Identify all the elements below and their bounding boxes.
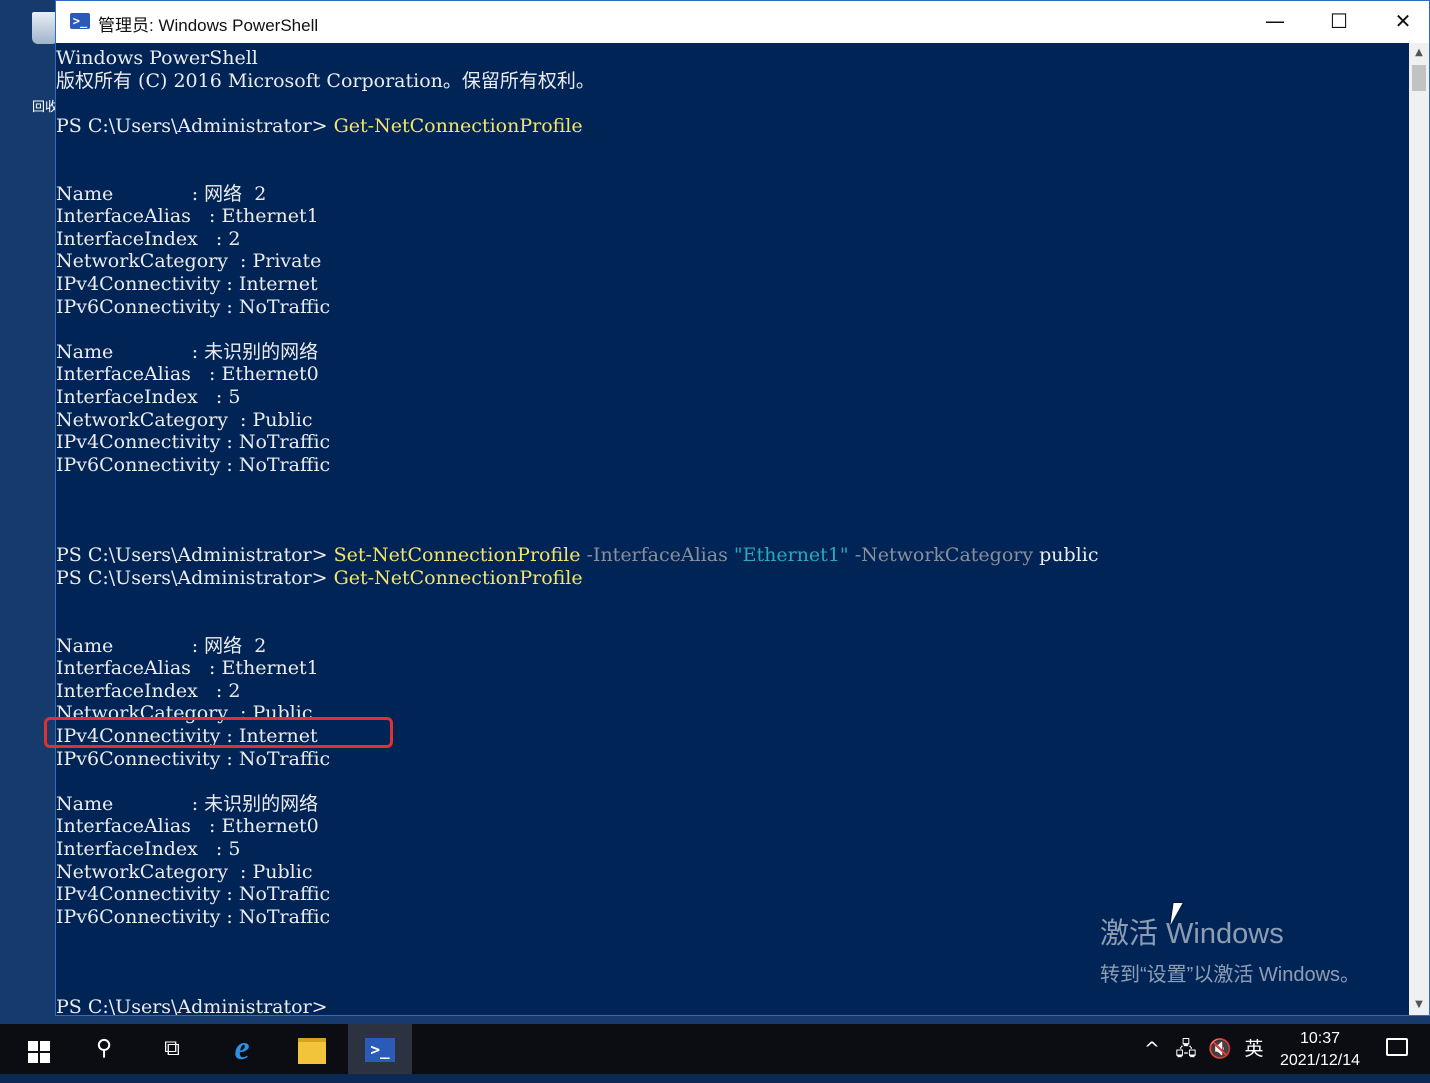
console-segment: PS C:\Users\Administrator>	[56, 996, 328, 1015]
console-segment: IPv6Connectivity : NoTraffic	[56, 453, 331, 476]
console-segment: Get-NetConnectionProfile	[333, 114, 583, 137]
console-segment: PS C:\Users\Administrator>	[56, 544, 334, 567]
console-segment: Name : 未识别的网络	[56, 792, 319, 815]
console-segment: Name : 网络 2	[56, 634, 267, 657]
console-segment: InterfaceIndex : 5	[56, 838, 241, 860]
console-segment: InterfaceAlias : Ethernet1	[56, 657, 319, 680]
console-segment: NetworkCategory : Public	[56, 860, 313, 883]
console-segment: Name : 未识别的网络	[56, 340, 319, 363]
console-line: NetworkCategory : Public	[56, 409, 312, 431]
powershell-window: >_ 管理员: Windows PowerShell — ☐ ✕ Windows…	[55, 0, 1430, 1016]
window-title: 管理员: Windows PowerShell	[98, 16, 319, 35]
console-segment: PS C:\Users\Administrator>	[56, 114, 334, 137]
scroll-thumb[interactable]	[1412, 65, 1426, 91]
console-line: 版权所有 (C) 2016 Microsoft Corporation。保留所有…	[56, 70, 595, 92]
console-line: PS C:\Users\Administrator>	[56, 996, 328, 1015]
powershell-icon: >_	[70, 13, 90, 29]
console-segment: NetworkCategory : Private	[56, 250, 322, 273]
maximize-button[interactable]: ☐	[1307, 1, 1371, 43]
console-segment: InterfaceAlias : Ethernet1	[56, 205, 319, 228]
console-line: PS C:\Users\Administrator> Get-NetConnec…	[56, 115, 583, 137]
console-line: IPv4Connectivity : NoTraffic	[56, 883, 330, 905]
mouse-cursor-icon	[1170, 903, 1192, 925]
network-icon[interactable]: 🖧	[1172, 1024, 1200, 1074]
console-line: Windows PowerShell	[56, 47, 258, 69]
console-line: NetworkCategory : Public	[56, 861, 312, 883]
console-segment: InterfaceAlias : Ethernet0	[56, 363, 319, 386]
console-line: IPv4Connectivity : Internet	[56, 273, 318, 295]
console-segment: Get-NetConnectionProfile	[333, 566, 583, 589]
activate-windows-watermark: 激活 Windows 转到“设置”以激活 Windows。	[1100, 910, 1360, 987]
clock-date: 2021/12/14	[1279, 1052, 1361, 1069]
console-segment: InterfaceIndex : 2	[56, 679, 241, 702]
close-button[interactable]: ✕	[1371, 1, 1430, 43]
console-line: IPv6Connectivity : NoTraffic	[56, 454, 330, 476]
console-segment: InterfaceIndex : 2	[56, 227, 241, 250]
console-line: IPv6Connectivity : NoTraffic	[56, 748, 330, 770]
console-segment: -NetworkCategory	[854, 544, 1040, 567]
console-line: InterfaceAlias : Ethernet1	[56, 657, 319, 679]
console-line: Name : 未识别的网络	[56, 793, 318, 815]
scroll-up-arrow-icon[interactable]: ▲	[1409, 45, 1429, 61]
console-segment: InterfaceIndex : 5	[56, 386, 241, 408]
chevron-up-icon[interactable]: ^	[1140, 1024, 1164, 1074]
console-line: InterfaceAlias : Ethernet0	[56, 815, 319, 837]
console-segment: IPv6Connectivity : NoTraffic	[56, 295, 331, 318]
volume-muted-icon[interactable]: 🔇	[1206, 1024, 1234, 1074]
console-line: Name : 网络 2	[56, 635, 266, 657]
task-view-icon[interactable]: ⧉	[140, 1024, 204, 1074]
console-line: PS C:\Users\Administrator> Set-NetConnec…	[56, 544, 1098, 566]
console-segment: Name : 网络 2	[56, 182, 267, 205]
console-line: NetworkCategory : Private	[56, 250, 321, 272]
clock-time: 10:37	[1299, 1030, 1341, 1047]
console-line: IPv6Connectivity : NoTraffic	[56, 296, 330, 318]
activate-title: 激活 Windows	[1100, 918, 1284, 950]
title-bar[interactable]: >_ 管理员: Windows PowerShell — ☐ ✕	[56, 1, 1429, 43]
powershell-taskbar-icon[interactable]: >_	[348, 1024, 412, 1074]
console-line: Name : 网络 2	[56, 183, 266, 205]
console-line: InterfaceIndex : 5	[56, 386, 240, 408]
vertical-scrollbar[interactable]: ▲ ▼	[1409, 43, 1429, 1015]
search-icon[interactable]: ⚲	[72, 1024, 136, 1074]
console-segment: IPv4Connectivity : NoTraffic	[56, 431, 331, 454]
console-segment: public	[1039, 544, 1099, 567]
scroll-down-arrow-icon[interactable]: ▼	[1409, 997, 1429, 1013]
console-line: InterfaceIndex : 5	[56, 838, 240, 860]
console-segment: IPv6Connectivity : NoTraffic	[56, 905, 331, 928]
notification-center-icon[interactable]	[1386, 1038, 1408, 1056]
console-segment: IPv4Connectivity : NoTraffic	[56, 883, 331, 906]
internet-explorer-icon[interactable]: e	[210, 1024, 274, 1074]
console-line: PS C:\Users\Administrator> Get-NetConnec…	[56, 567, 583, 589]
console-line: Name : 未识别的网络	[56, 341, 318, 363]
highlight-annotation-box	[44, 717, 393, 748]
console-line: IPv6Connectivity : NoTraffic	[56, 906, 330, 928]
minimize-button[interactable]: —	[1243, 1, 1307, 43]
file-explorer-icon[interactable]	[280, 1024, 344, 1074]
taskbar: ⚲ ⧉ e >_ ^ 🖧 🔇 英 10:37 2021/12/14	[0, 1024, 1430, 1074]
console-segment: Windows PowerShell	[56, 47, 258, 69]
console-segment: 版权所有 (C) 2016 Microsoft Corporation。保留所有…	[56, 69, 595, 92]
console-line: InterfaceAlias : Ethernet1	[56, 205, 319, 227]
console-segment: "Ethernet1"	[733, 544, 855, 567]
console-segment: IPv4Connectivity : Internet	[56, 273, 318, 295]
clock[interactable]: 10:37 2021/12/14	[1270, 1028, 1370, 1072]
console-segment: InterfaceAlias : Ethernet0	[56, 815, 319, 838]
console-segment: Set-NetConnectionProfile	[333, 544, 587, 567]
console-segment: -InterfaceAlias	[586, 544, 734, 567]
windows-logo-icon	[28, 1041, 50, 1063]
input-method-indicator[interactable]: 英	[1240, 1024, 1268, 1074]
console-line: IPv4Connectivity : NoTraffic	[56, 431, 330, 453]
activate-subtitle: 转到“设置”以激活 Windows。	[1100, 964, 1361, 986]
start-button[interactable]	[4, 1024, 68, 1074]
console-line: InterfaceAlias : Ethernet0	[56, 363, 319, 385]
console-line: InterfaceIndex : 2	[56, 680, 240, 702]
console-segment: NetworkCategory : Public	[56, 408, 313, 431]
console-segment: IPv6Connectivity : NoTraffic	[56, 747, 331, 770]
console-segment: PS C:\Users\Administrator>	[56, 566, 334, 589]
console-line: InterfaceIndex : 2	[56, 228, 240, 250]
console-output[interactable]: Windows PowerShell 版权所有 (C) 2016 Microsof…	[56, 43, 1409, 1015]
